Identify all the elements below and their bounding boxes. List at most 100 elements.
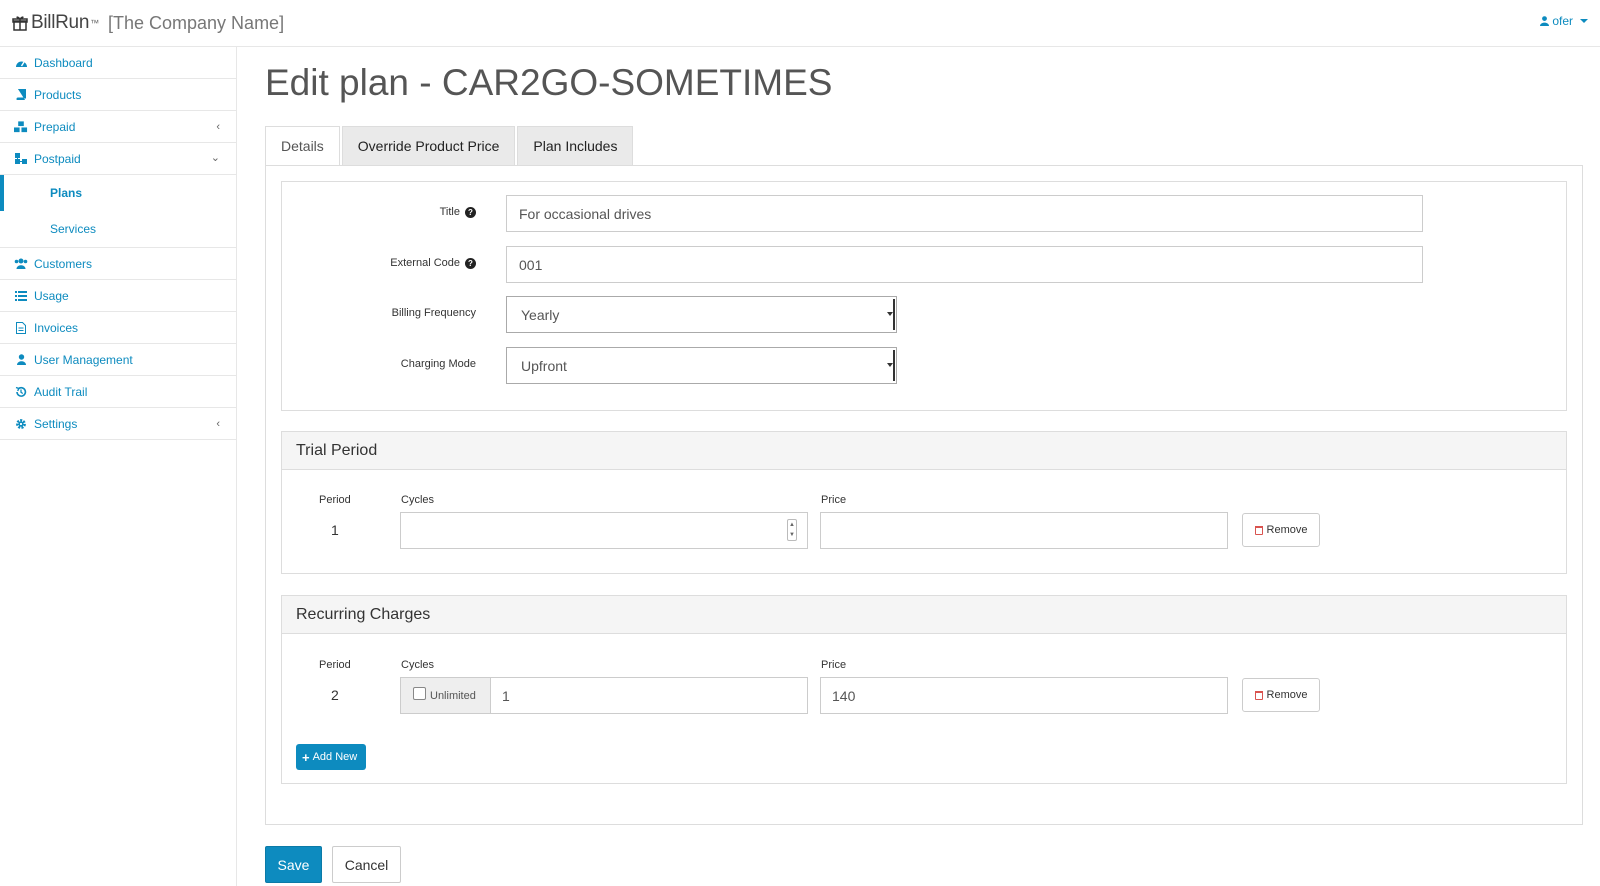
sidebar-item-usage[interactable]: Usage [0, 280, 236, 312]
charging-mode-row: Charging Mode Upfront [282, 347, 1568, 385]
book-icon [14, 88, 28, 102]
help-icon[interactable]: ? [465, 257, 476, 269]
billing-frequency-row: Billing Frequency Yearly [282, 296, 1568, 334]
trial-period-panel: Trial Period Period Cycles Price 1 ▲ ▼ R… [281, 431, 1567, 574]
page-title: Edit plan - CAR2GO-SOMETIMES [265, 62, 833, 103]
sidebar: Dashboard Products Prepaid ‹ Postpaid ⌄ … [0, 47, 237, 886]
trash-icon [1254, 690, 1263, 700]
save-button[interactable]: Save [265, 846, 322, 883]
file-icon [14, 321, 28, 335]
company-name: [The Company Name] [108, 13, 285, 33]
trash-icon [1254, 525, 1263, 535]
recurring-cycles-input[interactable]: 1 [490, 677, 808, 714]
number-spinner[interactable]: ▲ ▼ [787, 519, 797, 541]
users-icon [14, 257, 28, 271]
billing-frequency-value: Yearly [521, 306, 560, 323]
sidebar-item-audit-trail[interactable]: Audit Trail [0, 376, 236, 408]
tab-override-product-price[interactable]: Override Product Price [341, 126, 516, 166]
period-column-label: Period [319, 659, 351, 671]
trial-period-heading: Trial Period [282, 432, 1566, 470]
user-menu[interactable]: ofer [1540, 14, 1588, 28]
sidebar-item-label: Products [34, 87, 82, 102]
unlimited-addon: Unlimited [400, 677, 491, 714]
sidebar-item-label: Settings [34, 416, 78, 431]
sidebar-item-postpaid[interactable]: Postpaid ⌄ [0, 143, 236, 175]
sidebar-item-label: Audit Trail [34, 384, 88, 399]
trial-period-number: 1 [331, 522, 339, 538]
price-column-label: Price [821, 659, 847, 671]
user-icon [1540, 16, 1550, 26]
unlimited-label: Unlimited [430, 689, 476, 702]
sidebar-item-services[interactable]: Services [0, 211, 236, 247]
cancel-button[interactable]: Cancel [332, 846, 401, 883]
recurring-period-number: 2 [331, 687, 339, 703]
gear-icon [14, 417, 28, 431]
spinner-up-icon[interactable]: ▲ [789, 522, 795, 528]
postpaid-submenu: Plans Services [0, 175, 236, 248]
chevron-down-icon [887, 363, 893, 367]
details-tab-panel: Title ? For occasional drives External C… [265, 165, 1583, 825]
top-navbar: BillRun ™ [The Company Name] ofer [0, 0, 1600, 47]
title-label: Title ? [440, 206, 476, 218]
chevron-left-icon: ‹ [216, 418, 220, 430]
title-input[interactable]: For occasional drives [506, 195, 1423, 232]
plus-icon: + [302, 749, 310, 765]
cubes-icon [14, 120, 28, 134]
sitemap-icon [14, 152, 28, 166]
brand-trademark: ™ [90, 18, 100, 28]
sidebar-item-user-management[interactable]: User Management [0, 344, 236, 376]
charging-mode-label: Charging Mode [400, 358, 476, 370]
period-column-label: Period [319, 494, 351, 506]
price-column-label: Price [821, 494, 847, 506]
sidebar-item-label: Usage [34, 288, 69, 303]
help-icon[interactable]: ? [465, 206, 476, 218]
sidebar-item-label: Dashboard [34, 55, 93, 70]
list-icon [14, 289, 28, 303]
cycles-column-label: Cycles [401, 494, 435, 506]
title-row: Title ? For occasional drives [282, 195, 1568, 233]
billing-frequency-label: Billing Frequency [391, 307, 476, 319]
tab-details[interactable]: Details [265, 126, 340, 166]
sidebar-item-plans[interactable]: Plans [0, 175, 236, 211]
sidebar-item-label: User Management [34, 352, 133, 367]
history-icon [14, 385, 28, 399]
plan-details-form: Title ? For occasional drives External C… [281, 181, 1567, 411]
trial-cycles-input[interactable]: ▲ ▼ [400, 512, 808, 549]
billing-frequency-select[interactable]: Yearly [506, 296, 897, 333]
gift-box-icon [12, 16, 28, 31]
sidebar-item-label: Postpaid [34, 151, 81, 166]
cycles-column-label: Cycles [401, 659, 435, 671]
sidebar-item-label: Invoices [34, 320, 79, 335]
sidebar-item-products[interactable]: Products [0, 79, 236, 111]
tab-plan-includes[interactable]: Plan Includes [517, 126, 634, 166]
trial-price-input[interactable] [820, 512, 1228, 549]
user-name: ofer [1552, 14, 1573, 28]
chevron-down-icon [1580, 19, 1588, 23]
sidebar-item-prepaid[interactable]: Prepaid ‹ [0, 111, 236, 143]
chevron-down-icon: ⌄ [210, 152, 220, 164]
sidebar-item-settings[interactable]: Settings ‹ [0, 408, 236, 440]
external-code-input[interactable]: 001 [506, 246, 1423, 283]
external-code-row: External Code ? 001 [282, 246, 1568, 284]
sidebar-item-invoices[interactable]: Invoices [0, 312, 236, 344]
user-icon [14, 353, 28, 367]
brand-name: BillRun [31, 12, 90, 33]
recurring-charges-heading: Recurring Charges [282, 596, 1566, 634]
recurring-charges-panel: Recurring Charges Period Cycles Price 2 … [281, 595, 1567, 784]
brand-logo[interactable]: BillRun ™ [12, 12, 99, 34]
remove-recurring-button[interactable]: Remove [1242, 678, 1320, 712]
external-code-label: External Code ? [390, 257, 476, 269]
sidebar-item-customers[interactable]: Customers [0, 248, 236, 280]
charging-mode-value: Upfront [521, 357, 567, 374]
sidebar-item-dashboard[interactable]: Dashboard [0, 47, 236, 79]
spinner-down-icon[interactable]: ▼ [789, 532, 795, 538]
recurring-price-input[interactable]: 140 [820, 677, 1228, 714]
unlimited-checkbox[interactable] [413, 687, 426, 700]
charging-mode-select[interactable]: Upfront [506, 347, 897, 384]
dashboard-icon [14, 56, 28, 70]
add-new-button[interactable]: + Add New [296, 744, 366, 770]
sidebar-item-label: Prepaid [34, 119, 76, 134]
remove-trial-button[interactable]: Remove [1242, 513, 1320, 547]
chevron-down-icon [887, 312, 893, 316]
chevron-left-icon: ‹ [216, 121, 220, 133]
